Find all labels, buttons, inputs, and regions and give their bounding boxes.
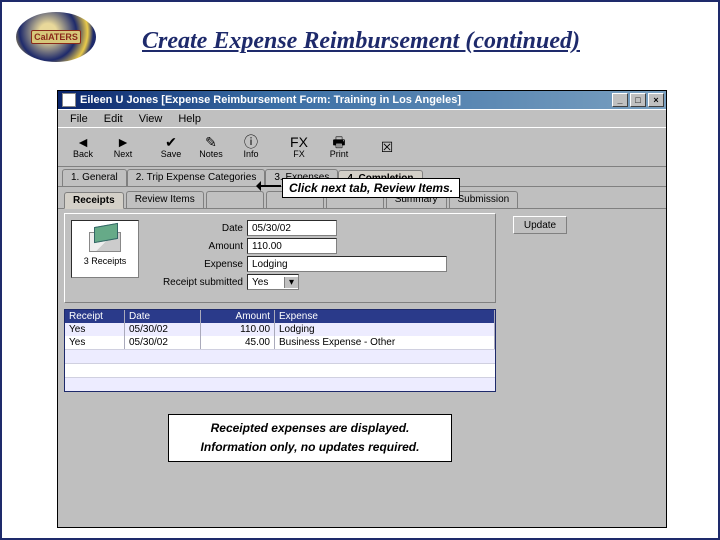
tab-general[interactable]: 1. General xyxy=(62,169,127,186)
receipt-submitted-select[interactable]: Yes ▾ xyxy=(247,274,299,290)
expense-label: Expense xyxy=(147,259,243,270)
receipts-grid: Receipt Date Amount Expense Yes 05/30/02… xyxy=(64,309,496,392)
receipts-count-label: 3 Receipts xyxy=(84,256,127,266)
col-amount[interactable]: Amount xyxy=(201,310,275,323)
print-button[interactable]: 🖶Print xyxy=(320,130,358,164)
window-titlebar: Eileen U Jones [Expense Reimbursement Fo… xyxy=(58,91,666,109)
next-icon: ► xyxy=(116,135,130,149)
expense-input[interactable]: Lodging xyxy=(247,256,447,272)
menu-view[interactable]: View xyxy=(133,112,169,126)
calaters-logo: CalATERS xyxy=(16,12,96,62)
app-window: Eileen U Jones [Expense Reimbursement Fo… xyxy=(57,90,667,528)
update-button[interactable]: Update xyxy=(513,216,567,234)
document-icon xyxy=(62,93,76,107)
date-input[interactable]: 05/30/02 xyxy=(247,220,337,236)
info-callout-line1: Receipted expenses are displayed. xyxy=(177,419,443,438)
info-callout-line2: Information only, no updates required. xyxy=(177,438,443,457)
maximize-button[interactable]: □ xyxy=(630,93,646,107)
col-date[interactable]: Date xyxy=(125,310,201,323)
fx-icon: FX xyxy=(290,135,308,149)
tab-trip-expense-categories[interactable]: 2. Trip Expense Categories xyxy=(127,169,266,186)
date-label: Date xyxy=(147,223,243,234)
grid-row-empty xyxy=(65,377,495,391)
form-fields: Date 05/30/02 Amount 110.00 Expense Lodg… xyxy=(147,220,489,296)
check-icon: ☒ xyxy=(381,140,394,154)
print-icon: 🖶 xyxy=(332,135,345,149)
menubar: File Edit View Help xyxy=(58,109,666,127)
window-controls: _ □ × xyxy=(612,93,664,107)
minimize-button[interactable]: _ xyxy=(612,93,628,107)
amount-label: Amount xyxy=(147,241,243,252)
menu-edit[interactable]: Edit xyxy=(98,112,129,126)
page-title: Create Expense Reimbursement (continued) xyxy=(142,28,580,55)
grid-body: Yes 05/30/02 110.00 Lodging Yes 05/30/02… xyxy=(65,323,495,391)
menu-help[interactable]: Help xyxy=(172,112,207,126)
window-title: Eileen U Jones [Expense Reimbursement Fo… xyxy=(80,94,612,106)
grid-header: Receipt Date Amount Expense xyxy=(65,310,495,323)
close-button[interactable]: × xyxy=(648,93,664,107)
receipt-submitted-label: Receipt submitted xyxy=(147,277,243,288)
back-button[interactable]: ◄Back xyxy=(64,130,102,164)
check-button[interactable]: ☒ xyxy=(368,130,406,164)
subtab-3[interactable] xyxy=(206,191,264,208)
col-receipt[interactable]: Receipt xyxy=(65,310,125,323)
grid-row[interactable]: Yes 05/30/02 45.00 Business Expense - Ot… xyxy=(65,336,495,349)
envelope-icon xyxy=(89,232,121,252)
info-icon: ⓘ xyxy=(244,135,258,149)
save-icon: ✔ xyxy=(165,135,177,149)
grid-row-empty xyxy=(65,363,495,377)
subtab-receipts[interactable]: Receipts xyxy=(64,192,124,209)
col-expense[interactable]: Expense xyxy=(275,310,495,323)
info-callout: Receipted expenses are displayed. Inform… xyxy=(168,414,452,462)
receipts-count-box[interactable]: 3 Receipts xyxy=(71,220,139,278)
back-icon: ◄ xyxy=(76,135,90,149)
amount-input[interactable]: 110.00 xyxy=(247,238,337,254)
next-button[interactable]: ►Next xyxy=(104,130,142,164)
next-tab-callout: Click next tab, Review Items. xyxy=(282,178,460,198)
menu-file[interactable]: File xyxy=(64,112,94,126)
toolbar: ◄Back ►Next ✔Save ✎Notes ⓘInfo FXFX 🖶Pri… xyxy=(58,127,666,167)
info-button[interactable]: ⓘInfo xyxy=(232,130,270,164)
grid-row[interactable]: Yes 05/30/02 110.00 Lodging xyxy=(65,323,495,336)
subtab-review-items[interactable]: Review Items xyxy=(126,191,204,208)
logo-text: CalATERS xyxy=(31,30,81,44)
notes-button[interactable]: ✎Notes xyxy=(192,130,230,164)
receipt-submitted-value: Yes xyxy=(252,277,268,288)
notes-icon: ✎ xyxy=(205,135,217,149)
receipt-form-panel: 3 Receipts Date 05/30/02 Amount 110.00 E… xyxy=(64,213,496,303)
save-button[interactable]: ✔Save xyxy=(152,130,190,164)
chevron-down-icon: ▾ xyxy=(284,277,298,288)
grid-row-empty xyxy=(65,349,495,363)
fx-button[interactable]: FXFX xyxy=(280,130,318,164)
